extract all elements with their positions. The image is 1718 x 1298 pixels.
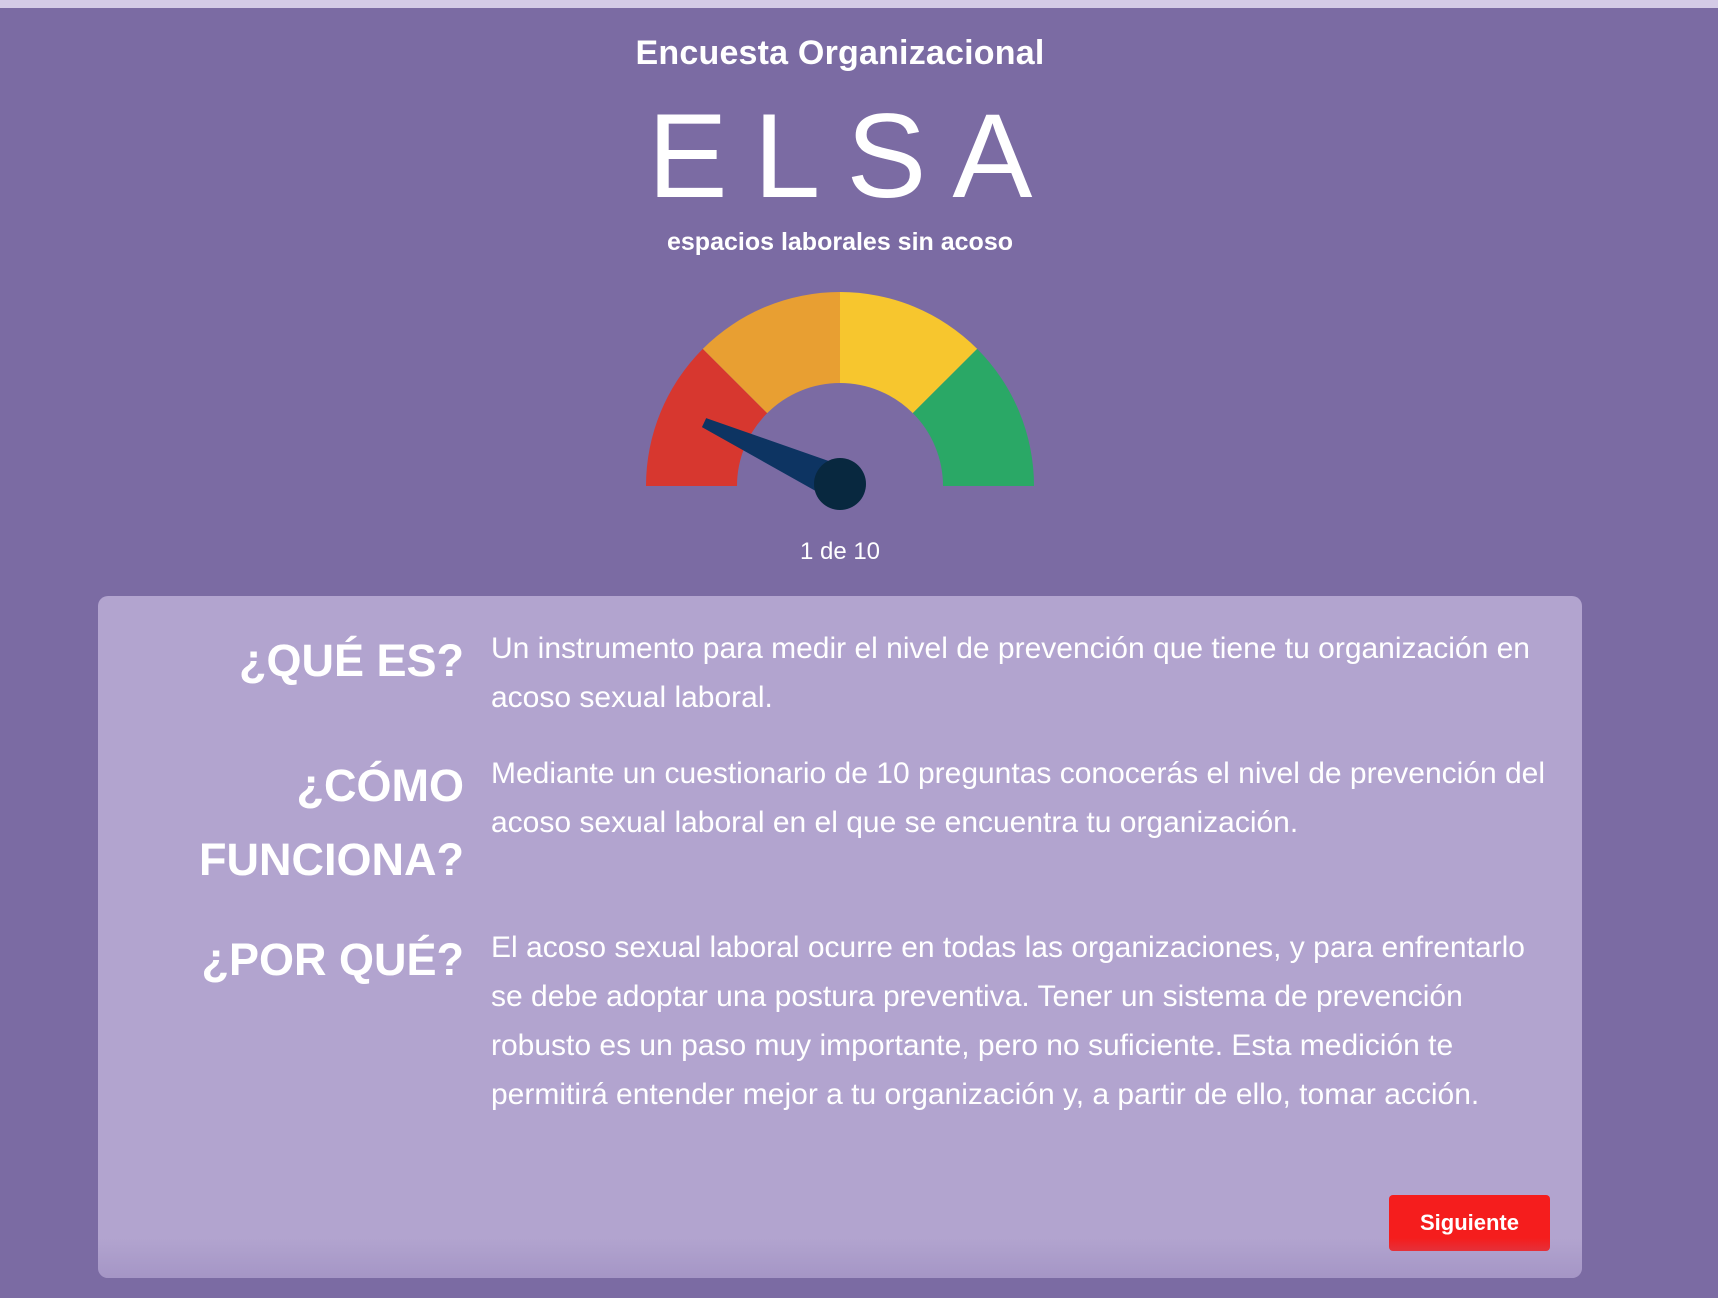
section-label: ¿POR QUÉ? <box>201 934 464 985</box>
next-button[interactable]: Siguiente <box>1389 1195 1550 1251</box>
survey-title: Encuesta Organizacional <box>635 34 1045 72</box>
section-text: Un instrumento para medir el nivel de pr… <box>491 632 1530 714</box>
elsa-logo-tagline: espacios laborales sin acoso <box>667 228 1013 256</box>
progress-indicator: 1 de 10 <box>799 538 881 565</box>
prevention-gauge <box>646 292 1034 510</box>
gauge-needle-hub <box>814 458 866 510</box>
section-label: ¿QUÉ ES? <box>238 635 464 686</box>
section-text: El acoso sexual laboral ocurre en todas … <box>491 931 1525 1111</box>
info-card: ¿QUÉ ES? Un instrumento para medir el ni… <box>98 596 1582 1278</box>
elsa-logo-wordmark: ELSA <box>647 89 1059 223</box>
section-label: ¿CÓMO FUNCIONA? <box>199 760 464 885</box>
section-text: Mediante un cuestionario de 10 preguntas… <box>491 757 1546 839</box>
top-strip <box>0 0 1718 8</box>
